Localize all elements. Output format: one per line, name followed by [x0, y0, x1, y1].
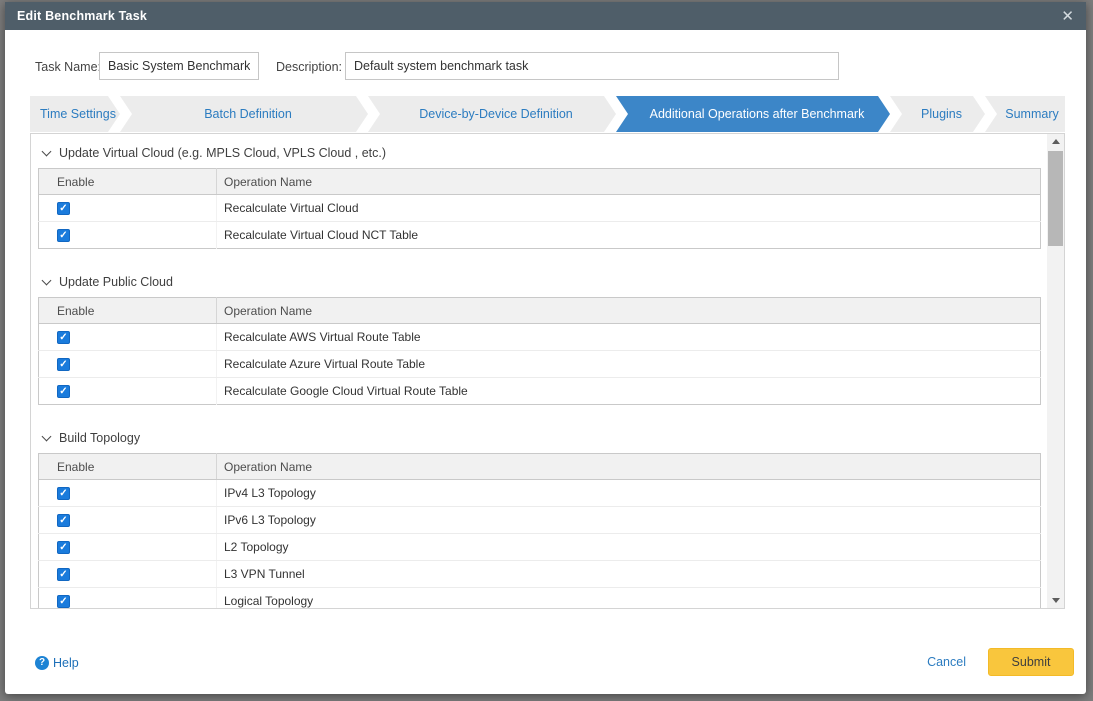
enable-checkbox[interactable]: ✓: [57, 331, 70, 344]
chevron-down-icon: [42, 431, 52, 441]
operation-row: ✓ L2 Topology: [39, 534, 1041, 561]
help-link[interactable]: ? Help: [35, 656, 79, 670]
section-title: Build Topology: [59, 431, 140, 445]
close-icon[interactable]: ✕: [1061, 9, 1074, 24]
operation-name: Recalculate Google Cloud Virtual Route T…: [217, 378, 1041, 405]
table-header-row: Enable Operation Name: [39, 298, 1041, 324]
scroll-up-arrow-icon[interactable]: [1047, 134, 1064, 149]
chevron-down-icon: [42, 146, 52, 156]
enable-checkbox[interactable]: ✓: [57, 568, 70, 581]
scrollbar-thumb[interactable]: [1048, 151, 1063, 246]
operation-name-column-header: Operation Name: [217, 454, 1041, 480]
task-name-label: Task Name:: [35, 60, 101, 74]
checkmark-icon: ✓: [58, 332, 69, 344]
operation-name: Recalculate AWS Virtual Route Table: [217, 324, 1041, 351]
operation-section: Update Public Cloud Enable Operation Nam…: [38, 275, 1041, 405]
operation-row: ✓ IPv4 L3 Topology: [39, 480, 1041, 507]
operation-name: Logical Topology: [217, 588, 1041, 609]
operation-section: Build Topology Enable Operation Name ✓ I…: [38, 431, 1041, 608]
operation-section: Update Virtual Cloud (e.g. MPLS Cloud, V…: [38, 146, 1041, 249]
wizard-tab-summary[interactable]: Summary: [985, 96, 1065, 132]
enable-checkbox[interactable]: ✓: [57, 514, 70, 527]
enable-checkbox[interactable]: ✓: [57, 358, 70, 371]
operation-name-column-header: Operation Name: [217, 169, 1041, 195]
enable-checkbox[interactable]: ✓: [57, 385, 70, 398]
wizard-tab-batch-definition[interactable]: Batch Definition: [120, 96, 368, 132]
operation-name: Recalculate Azure Virtual Route Table: [217, 351, 1041, 378]
checkmark-icon: ✓: [58, 230, 69, 242]
submit-button[interactable]: Submit: [988, 648, 1074, 676]
operations-table: Enable Operation Name ✓ IPv4 L3 Topology…: [38, 453, 1041, 608]
operation-name-column-header: Operation Name: [217, 298, 1041, 324]
task-form-row: Task Name: Description:: [5, 30, 1086, 90]
operation-row: ✓ Recalculate AWS Virtual Route Table: [39, 324, 1041, 351]
wizard-tab-additional-operations-after-benchmark[interactable]: Additional Operations after Benchmark: [616, 96, 890, 132]
question-icon: ?: [35, 656, 49, 670]
operation-name: IPv6 L3 Topology: [217, 507, 1041, 534]
section-header[interactable]: Update Virtual Cloud (e.g. MPLS Cloud, V…: [40, 146, 1041, 160]
checkmark-icon: ✓: [58, 515, 69, 527]
enable-column-header: Enable: [39, 454, 217, 480]
operation-row: ✓ Recalculate Google Cloud Virtual Route…: [39, 378, 1041, 405]
task-name-input[interactable]: [99, 52, 259, 80]
description-label: Description:: [276, 60, 342, 74]
operation-row: ✓ Recalculate Virtual Cloud: [39, 195, 1041, 222]
enable-checkbox[interactable]: ✓: [57, 541, 70, 554]
page-backdrop: Edit Benchmark Task ✕ Task Name: Descrip…: [0, 0, 1093, 701]
enable-checkbox[interactable]: ✓: [57, 487, 70, 500]
enable-checkbox[interactable]: ✓: [57, 202, 70, 215]
description-input[interactable]: [345, 52, 839, 80]
scroll-down-arrow-icon[interactable]: [1047, 593, 1064, 608]
checkmark-icon: ✓: [58, 488, 69, 500]
help-label: Help: [53, 656, 79, 670]
section-title: Update Public Cloud: [59, 275, 173, 289]
operation-name: Recalculate Virtual Cloud NCT Table: [217, 222, 1041, 249]
checkmark-icon: ✓: [58, 569, 69, 581]
dialog-titlebar: Edit Benchmark Task ✕: [5, 2, 1086, 30]
wizard-tab-plugins[interactable]: Plugins: [890, 96, 985, 132]
footer-actions: Cancel Submit: [927, 648, 1074, 676]
cancel-button[interactable]: Cancel: [927, 655, 966, 669]
operations-table: Enable Operation Name ✓ Recalculate Virt…: [38, 168, 1041, 249]
enable-column-header: Enable: [39, 298, 217, 324]
section-title: Update Virtual Cloud (e.g. MPLS Cloud, V…: [59, 146, 386, 160]
dialog-title: Edit Benchmark Task: [17, 9, 147, 23]
operation-row: ✓ Recalculate Virtual Cloud NCT Table: [39, 222, 1041, 249]
section-header[interactable]: Build Topology: [40, 431, 1041, 445]
operation-name: IPv4 L3 Topology: [217, 480, 1041, 507]
table-header-row: Enable Operation Name: [39, 454, 1041, 480]
wizard-tab-time-settings[interactable]: Time Settings: [30, 96, 120, 132]
wizard-tabbar: Time SettingsBatch DefinitionDevice-by-D…: [30, 96, 1065, 132]
wizard-tab-device-by-device-definition[interactable]: Device-by-Device Definition: [368, 96, 616, 132]
operation-row: ✓ Logical Topology: [39, 588, 1041, 609]
section-header[interactable]: Update Public Cloud: [40, 275, 1041, 289]
enable-column-header: Enable: [39, 169, 217, 195]
operation-name: Recalculate Virtual Cloud: [217, 195, 1041, 222]
chevron-down-icon: [42, 275, 52, 285]
checkmark-icon: ✓: [58, 542, 69, 554]
operation-name: L3 VPN Tunnel: [217, 561, 1041, 588]
scroll-viewport: Update Virtual Cloud (e.g. MPLS Cloud, V…: [31, 134, 1047, 608]
enable-checkbox[interactable]: ✓: [57, 595, 70, 608]
table-header-row: Enable Operation Name: [39, 169, 1041, 195]
operations-table: Enable Operation Name ✓ Recalculate AWS …: [38, 297, 1041, 405]
operation-name: L2 Topology: [217, 534, 1041, 561]
enable-checkbox[interactable]: ✓: [57, 229, 70, 242]
content-panel: Update Virtual Cloud (e.g. MPLS Cloud, V…: [30, 133, 1065, 609]
operation-row: ✓ IPv6 L3 Topology: [39, 507, 1041, 534]
dialog-footer: ? Help Cancel Submit: [5, 638, 1086, 694]
checkmark-icon: ✓: [58, 203, 69, 215]
checkmark-icon: ✓: [58, 359, 69, 371]
operation-row: ✓ L3 VPN Tunnel: [39, 561, 1041, 588]
checkmark-icon: ✓: [58, 386, 69, 398]
checkmark-icon: ✓: [58, 596, 69, 608]
edit-benchmark-task-dialog: Edit Benchmark Task ✕ Task Name: Descrip…: [5, 2, 1086, 694]
operation-row: ✓ Recalculate Azure Virtual Route Table: [39, 351, 1041, 378]
vertical-scrollbar[interactable]: [1047, 134, 1064, 608]
